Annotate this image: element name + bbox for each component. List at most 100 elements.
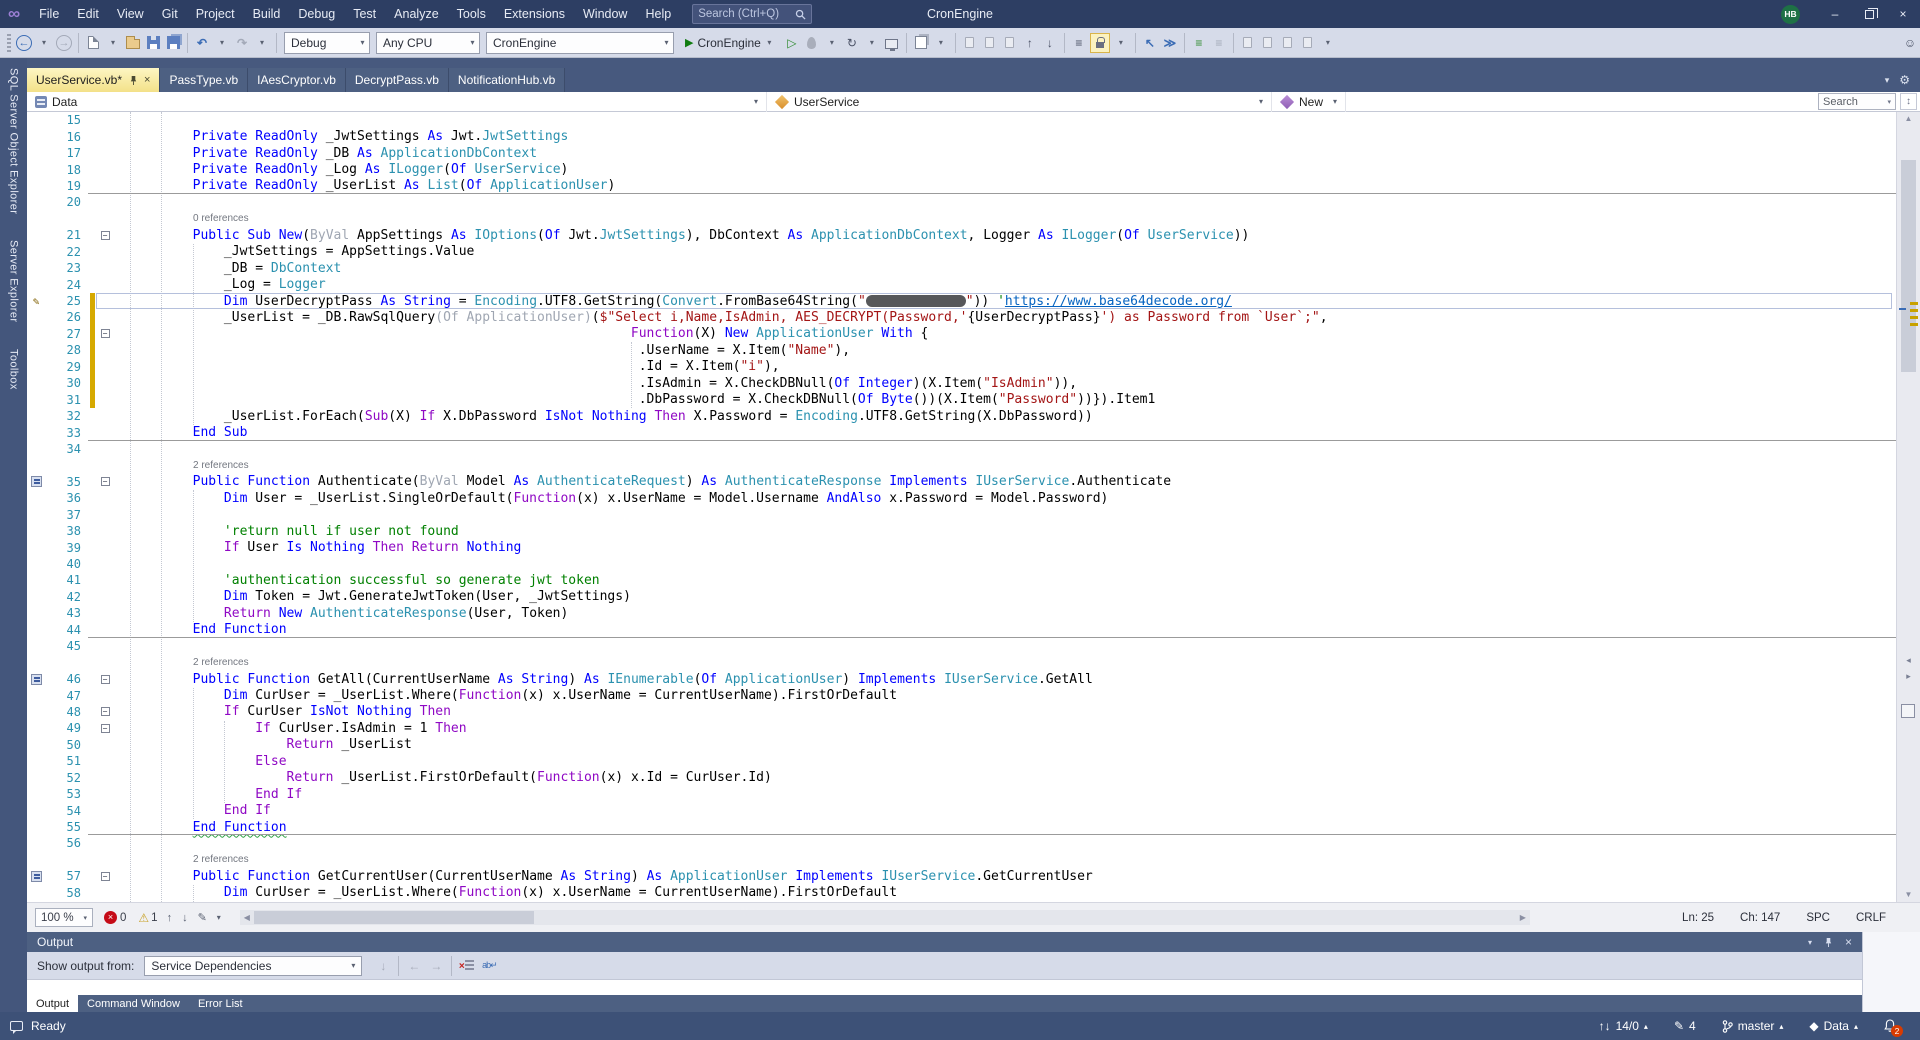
next-message-icon[interactable]: → bbox=[426, 956, 446, 976]
chevron-down-icon[interactable]: ▾ bbox=[1112, 32, 1130, 54]
scroll-right-icon[interactable]: ▶ bbox=[1516, 910, 1530, 925]
collapse-region-icon[interactable]: − bbox=[100, 871, 110, 881]
line-ending-indicator[interactable]: CRLF bbox=[1856, 912, 1886, 924]
menu-project[interactable]: Project bbox=[187, 7, 244, 21]
collapse-region-icon[interactable]: − bbox=[100, 674, 110, 684]
code-text[interactable]: Public Sub New(ByVal AppSettings As IOpt… bbox=[114, 228, 1250, 243]
panel-tab-command-window[interactable]: Command Window bbox=[78, 995, 189, 1012]
prev-message-icon[interactable]: ← bbox=[404, 956, 424, 976]
indent-icon[interactable]: ≫ bbox=[1161, 32, 1179, 54]
code-text[interactable]: Else bbox=[114, 754, 286, 769]
chevron-down-icon[interactable]: ▾ bbox=[104, 32, 122, 54]
navbar-class-dropdown[interactable]: UserService ▾ bbox=[767, 91, 1272, 112]
map-mode-toggle-icon[interactable] bbox=[1901, 704, 1915, 718]
fold-margin[interactable]: − bbox=[96, 329, 114, 339]
implements-glyph-icon[interactable] bbox=[27, 671, 45, 687]
line-compare-icon[interactable]: ≡ bbox=[1070, 32, 1088, 54]
document-tab-userservicevb[interactable]: UserService.vb* × bbox=[27, 68, 161, 92]
attach-process-icon[interactable] bbox=[883, 32, 901, 54]
code-text[interactable]: Public Function GetAll(CurrentUserName A… bbox=[114, 672, 1093, 687]
lock-icon[interactable] bbox=[1089, 32, 1110, 53]
code-text[interactable]: Dim Token = Jwt.GenerateJwtToken(User, _… bbox=[114, 589, 631, 604]
chevron-down-icon[interactable]: ▾ bbox=[1319, 32, 1337, 54]
code-text[interactable]: Dim User = _UserList.SingleOrDefault(Fun… bbox=[114, 491, 1108, 506]
split-right-icon[interactable]: ▸ bbox=[1899, 668, 1918, 684]
open-file-icon[interactable] bbox=[124, 32, 142, 54]
fold-margin[interactable]: − bbox=[96, 723, 114, 733]
split-left-icon[interactable]: ◂ bbox=[1899, 652, 1918, 668]
chevron-down-icon[interactable]: ▾ bbox=[213, 32, 231, 54]
scroll-up-icon[interactable]: ▲ bbox=[1897, 112, 1920, 126]
configuration-dropdown[interactable]: Debug ▾ bbox=[284, 31, 370, 54]
editor-search-box[interactable]: Search ▾ bbox=[1818, 93, 1896, 110]
undo-icon[interactable]: ↶ bbox=[193, 32, 211, 54]
error-indicator-icon[interactable]: × bbox=[104, 911, 117, 924]
vertical-scrollbar[interactable]: ▲ ◂ ▸ ▼ bbox=[1896, 112, 1920, 902]
menu-view[interactable]: View bbox=[108, 7, 153, 21]
close-tab-icon[interactable]: × bbox=[144, 74, 150, 86]
collapse-region-icon[interactable]: − bbox=[100, 723, 110, 733]
navbar-method-dropdown[interactable]: New ▾ bbox=[1272, 91, 1347, 112]
code-text[interactable]: _DB = DbContext bbox=[114, 261, 341, 276]
collapse-region-icon[interactable]: − bbox=[100, 477, 110, 487]
code-text[interactable]: Public Function GetCurrentUser(CurrentUs… bbox=[114, 869, 1093, 884]
pending-changes-status[interactable]: ✎ 4 bbox=[1674, 1019, 1696, 1033]
uncomment-icon[interactable]: ≡ bbox=[1210, 32, 1228, 54]
git-repository-status[interactable]: ◆ Data ▴ bbox=[1809, 1019, 1858, 1033]
output-content[interactable] bbox=[27, 980, 1862, 995]
avatar[interactable]: HB bbox=[1781, 4, 1800, 24]
code-text[interactable]: Return _UserList.FirstOrDefault(Function… bbox=[114, 770, 772, 785]
scroll-down-icon[interactable]: ▼ bbox=[1897, 888, 1920, 902]
goto-message-icon[interactable]: ↓ bbox=[373, 956, 393, 976]
code-text[interactable]: 'authentication successful so generate j… bbox=[114, 573, 600, 588]
pin-icon[interactable] bbox=[129, 75, 138, 86]
start-debugging-button[interactable]: ▶ CronEngine ▾ bbox=[681, 32, 778, 54]
warning-icon[interactable]: ⚠ bbox=[138, 911, 149, 925]
vertical-scrollbar-thumb[interactable] bbox=[1901, 160, 1916, 372]
menu-debug[interactable]: Debug bbox=[289, 7, 344, 21]
chevron-down-icon[interactable]: ▾ bbox=[1885, 75, 1890, 86]
code-text[interactable]: Return New AuthenticateResponse(User, To… bbox=[114, 606, 568, 621]
code-text[interactable]: 0 references bbox=[114, 213, 249, 224]
navigate-up-icon[interactable]: ↑ bbox=[1021, 32, 1039, 54]
menu-file[interactable]: File bbox=[30, 7, 68, 21]
startup-project-dropdown[interactable]: CronEngine ▾ bbox=[486, 31, 674, 54]
breakpoint-flag-icon-1[interactable] bbox=[961, 32, 979, 54]
comment-icon[interactable]: ≡ bbox=[1190, 32, 1208, 54]
git-branch-status[interactable]: master ▴ bbox=[1722, 1019, 1783, 1033]
collapse-region-icon[interactable]: − bbox=[100, 329, 110, 339]
document-tab-passtypevb[interactable]: PassType.vb bbox=[160, 68, 249, 92]
save-icon[interactable] bbox=[144, 32, 162, 54]
code-text[interactable]: Dim CurUser = _UserList.Where(Function(x… bbox=[114, 688, 897, 703]
hot-reload-icon[interactable] bbox=[803, 32, 821, 54]
collapse-region-icon[interactable]: − bbox=[100, 707, 110, 717]
code-text[interactable]: End Function bbox=[114, 820, 287, 835]
notifications-button[interactable]: 2 bbox=[1884, 1019, 1903, 1037]
quick-search-input[interactable]: Search (Ctrl+Q) bbox=[692, 4, 813, 24]
breakpoint-flag-icon-2[interactable] bbox=[981, 32, 999, 54]
comment-hyperlink[interactable]: https://www.base64decode.org/ bbox=[1005, 294, 1232, 309]
horizontal-scrollbar-thumb[interactable] bbox=[253, 911, 534, 924]
output-panel-header[interactable]: Output ▾ × bbox=[27, 932, 1862, 952]
edit-pencil-icon[interactable]: ✎ bbox=[27, 293, 45, 309]
word-wrap-icon[interactable]: ab↵ bbox=[479, 956, 499, 976]
git-sync-status[interactable]: ↑↓ 14/0 ▴ bbox=[1599, 1019, 1648, 1033]
chevron-down-icon[interactable]: ▾ bbox=[253, 32, 271, 54]
code-editor[interactable]: 15 16 Private ReadOnly _JwtSettings As Jw… bbox=[27, 112, 1896, 902]
code-text[interactable]: If CurUser IsNot Nothing Then bbox=[114, 704, 451, 719]
bookmark-icon-4[interactable] bbox=[1299, 32, 1317, 54]
close-button[interactable]: × bbox=[1886, 0, 1920, 28]
panel-tab-error-list[interactable]: Error List bbox=[189, 995, 252, 1012]
tool-window-tab-sql-server-object-explorer[interactable]: SQL Server Object Explorer bbox=[8, 68, 20, 214]
gear-icon[interactable]: ⚙ bbox=[1899, 73, 1910, 87]
start-without-debugging-icon[interactable]: ▷ bbox=[783, 32, 801, 54]
code-text[interactable]: 2 references bbox=[114, 854, 249, 865]
send-feedback-icon[interactable]: ☺ bbox=[1901, 32, 1919, 54]
menu-analyze[interactable]: Analyze bbox=[385, 7, 447, 21]
code-text[interactable]: End Function bbox=[114, 622, 287, 637]
document-tab-iaescryptorvb[interactable]: IAesCryptor.vb bbox=[248, 68, 346, 92]
menu-git[interactable]: Git bbox=[153, 7, 187, 21]
navigate-down-icon[interactable]: ↓ bbox=[1041, 32, 1059, 54]
document-tab-notificationhubvb[interactable]: NotificationHub.vb bbox=[448, 68, 566, 92]
code-text[interactable]: _UserList = _DB.RawSqlQuery(Of Applicati… bbox=[114, 310, 1328, 325]
